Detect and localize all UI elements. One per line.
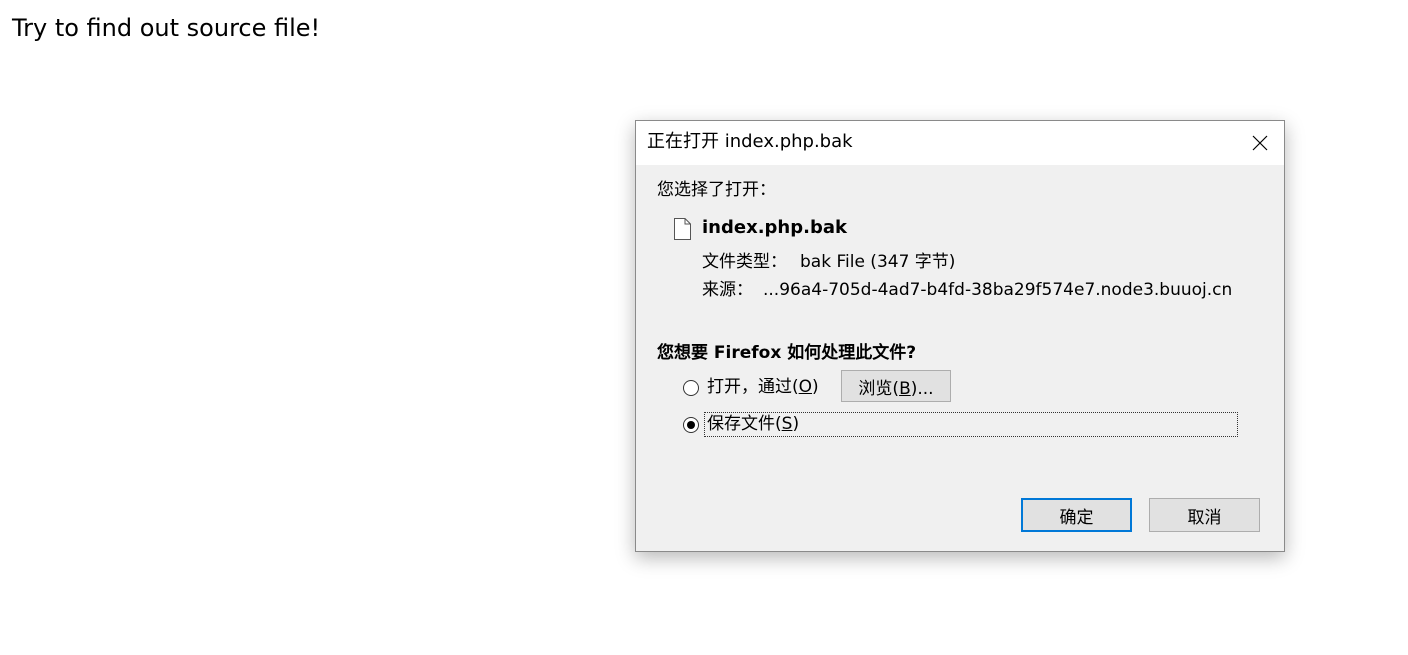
intro-text: 您选择了打开： [657,180,776,200]
browse-label-text: 浏览( [858,378,900,399]
browse-button[interactable]: 浏览(B)... [841,370,951,402]
browse-label-end: )... [910,378,934,399]
ok-button[interactable]: 确定 [1021,498,1132,532]
browse-accesskey: B [899,378,911,399]
file-type-value: bak File (347 字节) [800,252,956,272]
page-heading: Try to find out source file! [12,14,321,42]
file-source-value: ...96a4-705d-4ad7-b4fd-38ba29f574e7.node… [763,280,1233,300]
file-type-label: 文件类型： [702,252,787,272]
file-source-label: 来源： [702,280,753,300]
save-file-label-end: ) [792,414,800,434]
file-name: index.php.bak [702,217,847,238]
file-icon [674,218,691,240]
download-dialog: 正在打开 index.php.bak 您选择了打开： index.php.bak… [635,120,1285,552]
close-icon [1252,135,1268,151]
open-with-accesskey: O [798,377,813,397]
dialog-titlebar: 正在打开 index.php.bak [636,121,1284,165]
handling-question: 您想要 Firefox 如何处理此文件? [657,343,917,363]
open-with-radio[interactable] [683,380,699,396]
cancel-button[interactable]: 取消 [1149,498,1260,532]
save-file-accesskey: S [781,414,793,434]
open-with-label[interactable]: 打开，通过(O) [707,376,819,398]
open-with-label-end: ) [812,377,819,397]
close-button[interactable] [1236,121,1284,165]
open-with-label-text: 打开，通过( [707,377,799,397]
save-file-radio[interactable] [683,417,699,433]
save-file-label-text: 保存文件( [707,414,782,434]
dialog-title: 正在打开 index.php.bak [647,131,853,152]
save-file-label[interactable]: 保存文件(S) [704,412,1238,437]
